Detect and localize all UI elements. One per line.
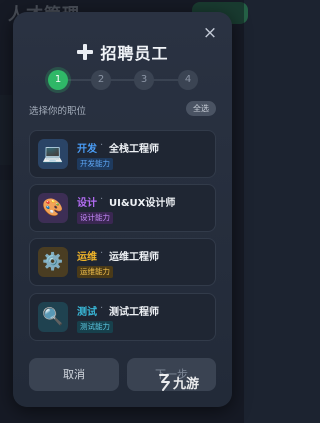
position-card-dev[interactable]: 💻 开发 · 全栈工程师 开发能力 [29, 130, 216, 178]
modal-header: 招聘员工 [13, 40, 232, 64]
separator-dot: · [100, 194, 104, 205]
close-icon[interactable]: × [202, 25, 218, 42]
skill-tag: 开发能力 [77, 158, 113, 170]
magnifier-icon: 🔍 [38, 302, 68, 332]
palette-icon: 🎨 [38, 193, 68, 223]
step-3: 3 [134, 70, 154, 90]
watermark-logo: 九游 [159, 374, 199, 392]
position-card-design[interactable]: 🎨 设计 · UI&UX设计师 设计能力 [29, 184, 216, 232]
watermark-text: 九游 [172, 376, 199, 392]
position-category: 测试 [77, 307, 97, 318]
position-role: UI&UX设计师 [109, 198, 176, 209]
skill-tag: 设计能力 [77, 212, 113, 224]
skill-tag: 运维能力 [77, 266, 113, 278]
section-label: 选择你的职位 [29, 106, 87, 117]
select-all-button[interactable]: 全选 [186, 101, 216, 116]
position-role: 运维工程师 [109, 252, 159, 263]
step-2: 2 [91, 70, 111, 90]
hire-employee-modal: × 招聘员工 1 2 3 4 选择你的职位 全选 💻 开发 · 全栈工程师 开发… [13, 12, 232, 407]
step-indicator: 1 2 3 4 [48, 69, 198, 91]
position-role: 全栈工程师 [109, 144, 159, 155]
separator-dot: · [100, 140, 104, 151]
position-card-qa[interactable]: 🔍 测试 · 测试工程师 测试能力 [29, 293, 216, 341]
step-connector [58, 79, 188, 81]
laptop-icon: 💻 [38, 139, 68, 169]
gear-icon: ⚙️ [38, 247, 68, 277]
step-4: 4 [178, 70, 198, 90]
cancel-button[interactable]: 取消 [29, 358, 119, 391]
position-category: 设计 [77, 198, 97, 209]
skill-tag: 测试能力 [77, 321, 113, 333]
plus-icon [76, 43, 94, 61]
position-card-ops[interactable]: ⚙️ 运维 · 运维工程师 运维能力 [29, 238, 216, 286]
separator-dot: · [100, 248, 104, 259]
position-role: 测试工程师 [109, 307, 159, 318]
modal-title: 招聘员工 [100, 44, 169, 63]
position-category: 开发 [77, 144, 97, 155]
step-1: 1 [48, 70, 68, 90]
position-category: 运维 [77, 252, 97, 263]
separator-dot: · [100, 303, 104, 314]
